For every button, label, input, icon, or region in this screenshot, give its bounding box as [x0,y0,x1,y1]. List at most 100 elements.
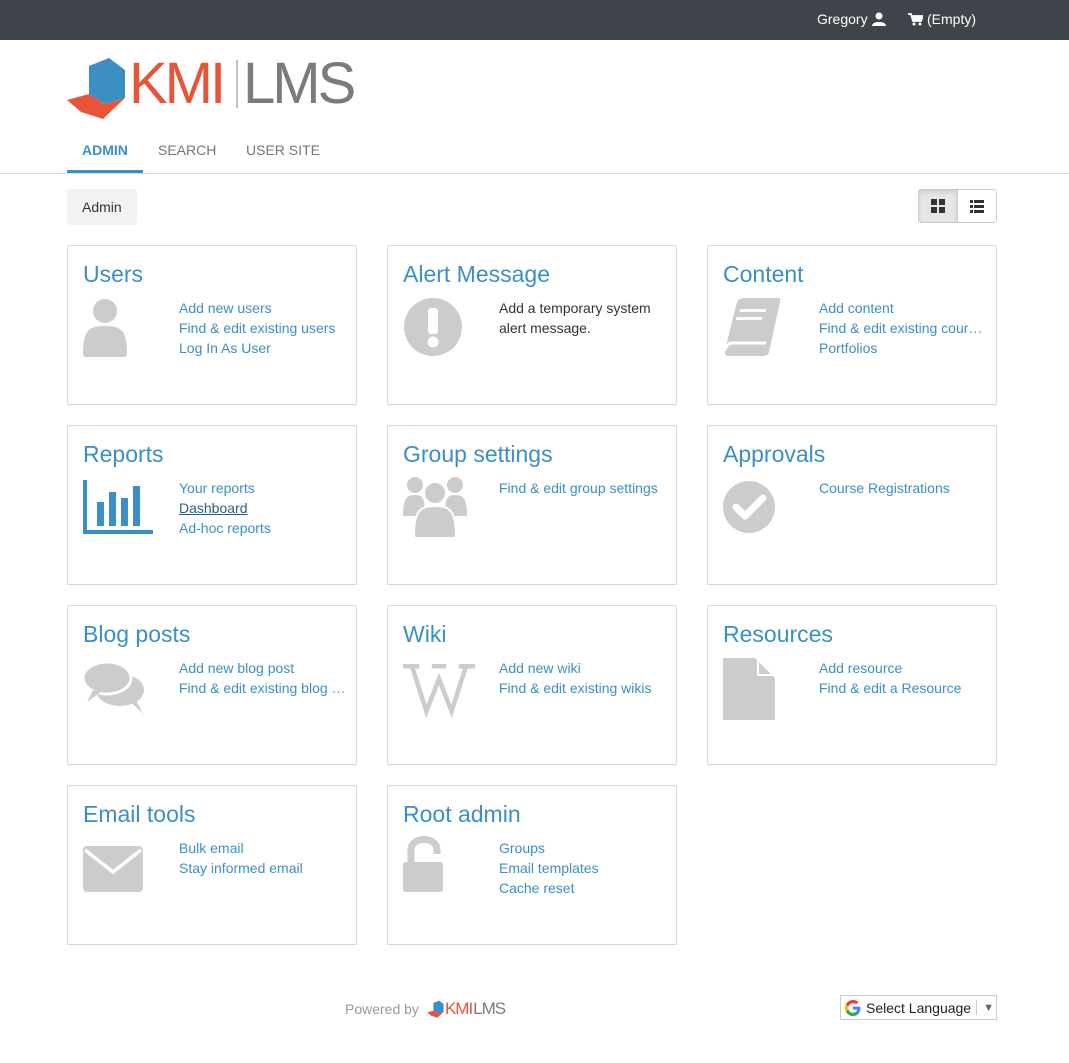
card-links: Add content Find & edit existing courses… [819,298,989,358]
file-icon [723,658,775,720]
card-links: Your reports Dashboard Ad-hoc reports [179,478,349,538]
footer-logo-lms: LMS [473,999,506,1018]
link-bulk-email[interactable]: Bulk email [179,838,349,858]
card-content: Content Add content Find & edit existing… [707,245,997,405]
logo-mark-icon [67,58,125,119]
card-resources: Resources Add resource Find & edit a Res… [707,605,997,765]
comments-icon [83,660,144,714]
card-alert-message: Alert Message Add a temporary system ale… [387,245,677,405]
cart-icon [908,12,923,25]
tab-user-site[interactable]: USER SITE [231,130,335,173]
logo-kmi-text: KMI [129,51,226,116]
card-links: Course Registrations [819,478,989,498]
card-title[interactable]: Content [723,261,804,288]
powered-by-label: Powered by [345,1001,419,1017]
card-links: Find & edit group settings [499,478,669,498]
kmi-lms-logo[interactable]: KMI LMS [67,51,367,122]
card-approvals: Approvals Course Registrations [707,425,997,585]
cart-label: (Empty) [927,11,976,27]
grid-view-button[interactable] [919,190,958,222]
book-icon [723,298,781,356]
card-title[interactable]: Reports [83,441,164,468]
link-log-in-as-user[interactable]: Log In As User [179,338,349,358]
card-links: Add a temporary system alert message. [499,298,669,338]
exclamation-circle-icon [404,298,462,356]
alert-description: Add a temporary system alert message. [499,300,651,336]
link-find-edit-blog-posts[interactable]: Find & edit existing blog posts [179,678,349,698]
card-links: Bulk email Stay informed email [179,838,349,878]
link-cache-reset[interactable]: Cache reset [499,878,669,898]
list-view-button[interactable] [957,190,996,222]
link-groups[interactable]: Groups [499,838,669,858]
link-ad-hoc-reports[interactable]: Ad-hoc reports [179,518,349,538]
link-add-new-users[interactable]: Add new users [179,298,349,318]
tab-admin[interactable]: ADMIN [67,130,143,173]
footer-logo[interactable]: KMI LMS [427,999,506,1019]
link-course-registrations[interactable]: Course Registrations [819,478,989,498]
card-title[interactable]: Email tools [83,801,195,828]
link-find-edit-users[interactable]: Find & edit existing users [179,318,349,338]
card-links: Add new wiki Find & edit existing wikis [499,658,669,698]
card-title[interactable]: Group settings [403,441,553,468]
card-title[interactable]: Users [83,261,143,288]
user-icon [83,299,127,357]
card-title[interactable]: Blog posts [83,621,190,648]
bar-chart-icon [83,480,153,534]
link-your-reports[interactable]: Your reports [179,478,349,498]
user-name: Gregory [817,11,868,27]
link-find-edit-courses[interactable]: Find & edit existing courses [819,318,989,338]
main-nav: ADMIN SEARCH USER SITE [0,130,1069,174]
cart-link[interactable]: (Empty) [908,11,976,27]
top-bar: Gregory (Empty) [0,0,1069,40]
caret-down-icon: ▼ [983,1001,994,1014]
breadcrumb-item-admin: Admin [82,199,122,215]
user-menu[interactable]: Gregory [817,11,886,27]
card-root-admin: Root admin Groups Email templates Cache … [387,785,677,945]
unlock-icon [403,836,443,892]
logo-divider [236,60,238,108]
link-add-new-blog-post[interactable]: Add new blog post [179,658,349,678]
google-icon [845,999,861,1016]
card-group-settings: Group settings Find & edit group setting… [387,425,677,585]
powered-by: Powered by KMI LMS [345,998,506,1020]
language-select[interactable]: Select Language ▼ [840,995,997,1020]
card-links: Add new blog post Find & edit existing b… [179,658,349,698]
card-links: Add resource Find & edit a Resource [819,658,989,698]
footer-logo-kmi: KMI [444,999,473,1018]
user-icon [871,12,886,26]
card-blog-posts: Blog posts Add new blog post Find & edit… [67,605,357,765]
card-title[interactable]: Resources [723,621,833,648]
link-dashboard[interactable]: Dashboard [179,498,349,518]
envelope-icon [83,846,143,892]
language-select-divider [976,1000,978,1015]
check-circle-icon [723,481,775,533]
link-add-new-wiki[interactable]: Add new wiki [499,658,669,678]
link-add-resource[interactable]: Add resource [819,658,989,678]
wikipedia-icon [403,664,475,718]
link-stay-informed-email[interactable]: Stay informed email [179,858,349,878]
users-group-icon [403,477,467,538]
card-wiki: Wiki Add new wiki Find & edit existing w… [387,605,677,765]
link-add-content[interactable]: Add content [819,298,989,318]
link-find-edit-wikis[interactable]: Find & edit existing wikis [499,678,669,698]
card-users: Users Add new users Find & edit existing… [67,245,357,405]
card-title[interactable]: Root admin [403,801,521,828]
card-title[interactable]: Approvals [723,441,825,468]
card-title[interactable]: Alert Message [403,261,550,288]
link-email-templates[interactable]: Email templates [499,858,669,878]
tab-search[interactable]: SEARCH [143,130,231,173]
breadcrumb: Admin [67,189,137,225]
grid-icon [930,199,945,213]
link-find-edit-resource[interactable]: Find & edit a Resource [819,678,989,698]
list-icon [969,199,984,213]
logo-lms-text: LMS [243,51,356,116]
language-select-label: Select Language [866,999,972,1016]
link-portfolios[interactable]: Portfolios [819,338,989,358]
link-find-edit-group-settings[interactable]: Find & edit group settings [499,478,669,498]
view-toggle [918,189,997,223]
card-links: Groups Email templates Cache reset [499,838,669,898]
card-links: Add new users Find & edit existing users… [179,298,349,358]
card-email-tools: Email tools Bulk email Stay informed ema… [67,785,357,945]
card-title[interactable]: Wiki [403,621,446,648]
card-reports: Reports Your reports Dashboard Ad-hoc re… [67,425,357,585]
